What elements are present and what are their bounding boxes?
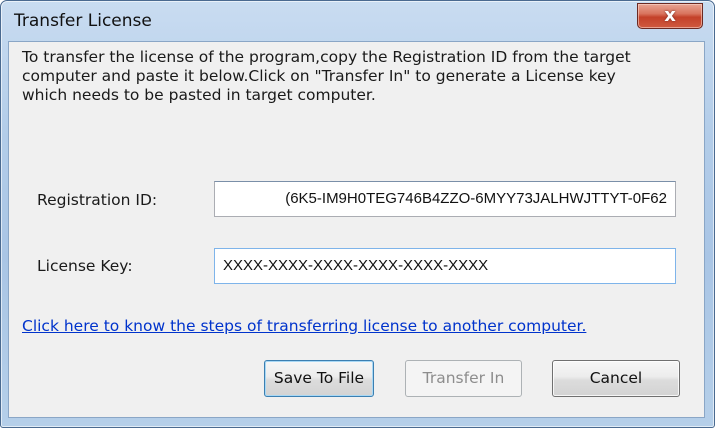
title-bar[interactable]: Transfer License x	[1, 1, 714, 41]
window-title: Transfer License	[14, 11, 152, 31]
instructions-line-1: To transfer the license of the program,c…	[22, 48, 631, 66]
close-button[interactable]: x	[637, 3, 703, 29]
cancel-button[interactable]: Cancel	[552, 360, 680, 397]
registration-id-field[interactable]: (6K5-IM9H0TEG746B4ZZO-6MYY73JALHWJTTYT-0…	[214, 181, 676, 217]
transfer-in-button[interactable]: Transfer In	[405, 360, 522, 397]
license-key-field[interactable]: XXXX-XXXX-XXXX-XXXX-XXXX-XXXX	[214, 248, 676, 284]
transfer-steps-help-link[interactable]: Click here to know the steps of transfer…	[22, 317, 586, 335]
instructions-text: To transfer the license of the program,c…	[22, 48, 692, 105]
license-key-value: XXXX-XXXX-XXXX-XXXX-XXXX-XXXX	[223, 257, 489, 274]
transfer-license-dialog: Transfer License x To transfer the licen…	[0, 0, 715, 428]
instructions-line-3: which needs to be pasted in target compu…	[22, 86, 376, 104]
instructions-line-2: computer and paste it below.Click on "Tr…	[22, 67, 616, 85]
save-to-file-button[interactable]: Save To File	[264, 360, 374, 397]
registration-id-value: (6K5-IM9H0TEG746B4ZZO-6MYY73JALHWJTTYT-0…	[285, 190, 667, 207]
close-icon: x	[664, 5, 676, 26]
license-key-label: License Key:	[37, 257, 133, 275]
registration-id-label: Registration ID:	[37, 191, 158, 209]
